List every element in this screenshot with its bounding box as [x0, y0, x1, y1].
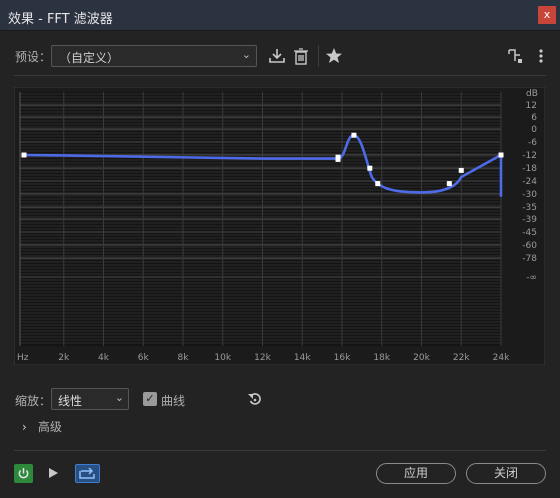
- close-window-button[interactable]: x: [538, 6, 556, 24]
- download-icon[interactable]: [268, 46, 286, 66]
- star-icon[interactable]: [325, 46, 343, 66]
- freq-tick-label: 22k: [453, 353, 470, 363]
- routing-icon[interactable]: [506, 46, 524, 66]
- freq-tick-label: 20k: [413, 353, 430, 363]
- db-tick-label: -78: [522, 254, 537, 264]
- curve-control-point[interactable]: [498, 152, 504, 158]
- play-icon[interactable]: [46, 466, 60, 480]
- db-tick-label: 6: [531, 113, 537, 123]
- curve-control-point[interactable]: [21, 152, 27, 158]
- db-tick-label: -24: [522, 177, 537, 187]
- divider: [14, 450, 546, 451]
- db-tick-label: 0: [531, 125, 537, 135]
- loop-icon[interactable]: [75, 464, 100, 483]
- freq-tick-label: 24k: [493, 353, 510, 363]
- chevron-down-icon: ⌄: [241, 48, 251, 61]
- freq-tick-label: 16k: [334, 353, 351, 363]
- curve-checkbox[interactable]: ✓: [143, 392, 157, 406]
- preset-label: 预设：: [15, 50, 52, 64]
- close-button[interactable]: 关闭: [466, 463, 546, 484]
- power-icon[interactable]: [14, 464, 33, 483]
- title-bar: 效果 - FFT 滤波器 x: [0, 0, 560, 31]
- advanced-toggle[interactable]: › 高级: [22, 418, 62, 435]
- toolbar-divider: [318, 45, 319, 67]
- advanced-label: 高级: [37, 420, 62, 434]
- reset-icon[interactable]: [247, 391, 263, 407]
- db-tick-label: -35: [522, 203, 537, 213]
- curve-checkbox-label: 曲线: [161, 394, 186, 408]
- db-tick-label: -∞: [526, 273, 537, 283]
- zoom-value: 线性: [58, 394, 83, 408]
- hz-unit-label: Hz: [17, 353, 29, 363]
- zoom-label: 缩放：: [15, 394, 52, 408]
- divider: [14, 75, 546, 76]
- preset-dropdown[interactable]: （自定义） ⌄: [51, 45, 257, 67]
- db-tick-label: -39: [522, 215, 537, 225]
- window-title: 效果 - FFT 滤波器: [8, 12, 113, 27]
- freq-tick-label: 18k: [373, 353, 390, 363]
- freq-tick-label: 4k: [98, 353, 110, 363]
- db-tick-label: -45: [522, 228, 537, 238]
- chevron-down-icon: ⌄: [114, 391, 124, 404]
- freq-tick-label: 6k: [138, 353, 150, 363]
- db-tick-label: 12: [526, 101, 537, 111]
- kebab-menu-icon[interactable]: [532, 46, 550, 66]
- freq-tick-label: 14k: [294, 353, 311, 363]
- curve-control-point[interactable]: [375, 181, 381, 187]
- freq-tick-label: 12k: [254, 353, 271, 363]
- zoom-dropdown[interactable]: 线性 ⌄: [51, 388, 129, 410]
- db-tick-label: -60: [522, 241, 537, 251]
- freq-tick-label: 8k: [178, 353, 190, 363]
- freq-tick-label: 2k: [58, 353, 70, 363]
- db-tick-label: -18: [522, 164, 537, 174]
- curve-control-point[interactable]: [458, 167, 464, 173]
- fft-graph-canvas[interactable]: 12 6 0 -6 -12 -18 -24 -30 -35 -39 -45 -60 -78 -∞ 2k 4k…: [13, 86, 546, 366]
- fft-filter-graph[interactable]: 12 6 0 -6 -12 -18 -24 -30 -35 -39 -45 -60 -78 -∞ 2k 4k…: [13, 86, 546, 366]
- db-tick-label: -12: [522, 151, 537, 161]
- db-unit-label: dB: [526, 89, 538, 99]
- db-tick-label: -30: [522, 190, 537, 200]
- chevron-right-icon: ›: [22, 420, 27, 434]
- preset-value: （自定义）: [59, 51, 120, 65]
- curve-control-point[interactable]: [446, 181, 452, 187]
- curve-control-point[interactable]: [367, 165, 373, 171]
- db-tick-label: -6: [528, 138, 537, 148]
- curve-control-point[interactable]: [351, 132, 357, 138]
- trash-icon[interactable]: [292, 46, 310, 66]
- apply-button[interactable]: 应用: [376, 463, 456, 484]
- curve-control-point[interactable]: [335, 156, 341, 162]
- freq-tick-label: 10k: [214, 353, 231, 363]
